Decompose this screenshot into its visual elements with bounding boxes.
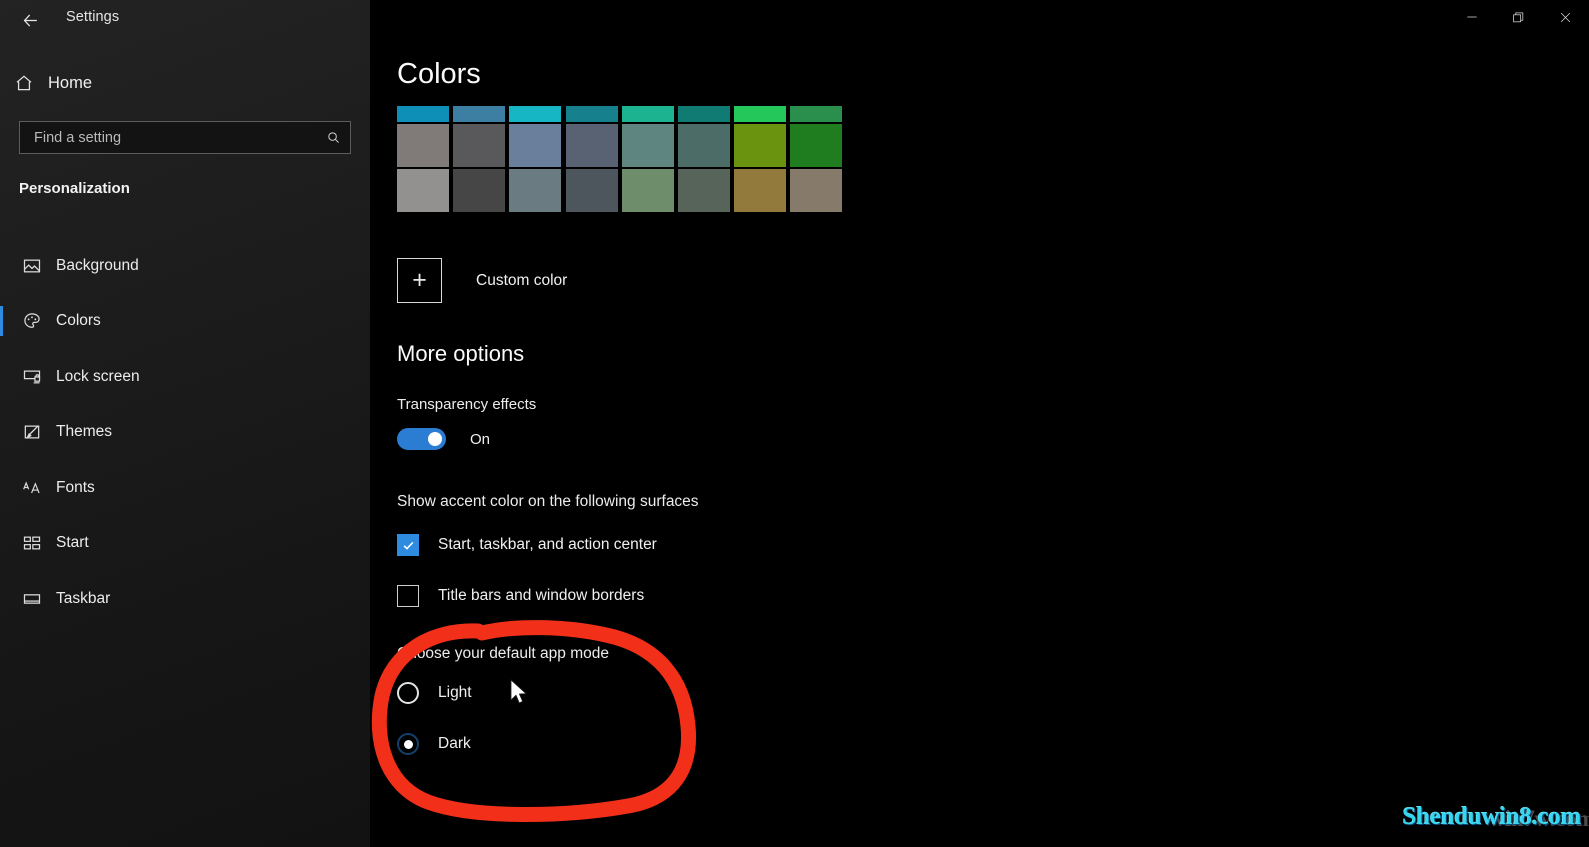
color-swatch[interactable] xyxy=(397,106,449,122)
page-title: Colors xyxy=(397,58,481,90)
sidebar-item-lock-screen[interactable]: Lock screen xyxy=(0,349,370,405)
color-swatch[interactable] xyxy=(790,106,843,122)
sidebar-item-background[interactable]: Background xyxy=(0,238,370,294)
palette-icon xyxy=(8,311,56,331)
search-input[interactable] xyxy=(20,129,316,146)
home-label: Home xyxy=(48,73,93,92)
more-options-heading: More options xyxy=(397,341,525,366)
app-title: Settings xyxy=(66,9,120,25)
check-icon xyxy=(403,541,413,550)
checkbox-start-taskbar-action-center[interactable]: Start, taskbar, and action center xyxy=(397,534,657,556)
sidebar-item-label: Start xyxy=(56,534,89,552)
lock-screen-icon xyxy=(8,367,56,387)
sidebar-item-fonts[interactable]: Fonts xyxy=(0,460,370,516)
sidebar-item-start[interactable]: Start xyxy=(0,516,370,572)
color-swatch[interactable] xyxy=(734,169,787,212)
color-swatch[interactable] xyxy=(565,106,618,122)
radio-label: Dark xyxy=(438,735,471,752)
checkbox-box[interactable] xyxy=(397,534,419,556)
radio-dot xyxy=(403,739,413,749)
checkbox-title-bars-window-borders[interactable]: Title bars and window borders xyxy=(397,585,644,607)
sidebar-item-colors[interactable]: Colors xyxy=(0,294,370,350)
sidebar-category-title: Personalization xyxy=(19,180,130,197)
sidebar-item-label: Background xyxy=(56,256,139,274)
main-content: Colors + Custom color More options Trans… xyxy=(370,0,1589,847)
sidebar-item-taskbar[interactable]: Taskbar xyxy=(0,571,370,627)
color-swatch[interactable] xyxy=(453,124,506,167)
sidebar-item-themes[interactable]: Themes xyxy=(0,405,370,461)
custom-color-label: Custom color xyxy=(476,271,568,289)
color-swatch[interactable] xyxy=(677,169,730,212)
color-swatch[interactable] xyxy=(565,169,618,212)
color-swatch[interactable] xyxy=(790,169,843,212)
restore-button[interactable] xyxy=(1495,0,1542,34)
radio-app-mode-light[interactable]: Light xyxy=(397,682,472,704)
color-swatch[interactable] xyxy=(734,106,787,122)
start-tiles-icon xyxy=(8,533,56,553)
sidebar-item-label: Lock screen xyxy=(56,367,140,385)
color-swatch[interactable] xyxy=(790,124,843,167)
fonts-aa-icon xyxy=(8,478,56,498)
transparency-effects-label: Transparency effects xyxy=(397,396,537,413)
color-swatch[interactable] xyxy=(621,106,674,122)
radio-button[interactable] xyxy=(397,733,419,755)
color-swatch[interactable] xyxy=(453,169,506,212)
sidebar: Home Personalization Background xyxy=(0,0,370,847)
back-arrow-icon xyxy=(23,14,37,26)
color-swatch[interactable] xyxy=(621,124,674,167)
plus-glyph: + xyxy=(412,266,427,294)
image-icon xyxy=(8,256,56,276)
color-swatch[interactable] xyxy=(677,124,730,167)
window-controls xyxy=(1448,0,1589,34)
color-swatch[interactable] xyxy=(565,124,618,167)
sidebar-item-label: Colors xyxy=(56,312,101,330)
app-mode-label: Choose your default app mode xyxy=(397,645,609,662)
watermark-front-text: Shenduwin8.com xyxy=(1402,803,1582,830)
search-icon[interactable] xyxy=(316,130,350,145)
checkbox-box[interactable] xyxy=(397,585,419,607)
watermark: win7w.com Shenduwin8.com xyxy=(1402,795,1589,843)
home-icon xyxy=(0,73,48,93)
color-swatch[interactable] xyxy=(453,106,506,122)
radio-label: Light xyxy=(438,684,472,701)
radio-app-mode-dark[interactable]: Dark xyxy=(397,733,471,755)
toggle-knob xyxy=(428,432,442,446)
color-swatch[interactable] xyxy=(509,106,562,122)
title-bar: Settings xyxy=(0,0,1589,40)
transparency-effects-toggle[interactable] xyxy=(397,428,446,450)
color-swatch[interactable] xyxy=(621,169,674,212)
color-swatch[interactable] xyxy=(509,124,562,167)
sidebar-nav-list: Background Colors Lock screen Themes Fon… xyxy=(0,238,370,627)
transparency-effects-state: On xyxy=(470,430,491,448)
checkbox-label: Title bars and window borders xyxy=(438,587,645,604)
close-icon xyxy=(1560,12,1571,22)
sidebar-item-home[interactable]: Home xyxy=(0,62,370,104)
transparency-effects-row[interactable]: On xyxy=(397,428,490,450)
sidebar-item-label: Themes xyxy=(56,423,112,441)
taskbar-icon xyxy=(8,589,56,609)
color-swatch[interactable] xyxy=(734,124,787,167)
plus-icon[interactable]: + xyxy=(397,258,442,303)
color-swatch[interactable] xyxy=(509,169,562,212)
settings-window: Home Personalization Background xyxy=(0,0,1589,847)
selection-indicator xyxy=(0,305,3,336)
restore-icon xyxy=(1513,12,1524,22)
sidebar-item-label: Fonts xyxy=(56,478,95,496)
back-button[interactable] xyxy=(10,2,50,38)
themes-brush-icon xyxy=(8,422,56,442)
color-swatch[interactable] xyxy=(397,169,449,212)
sidebar-item-label: Taskbar xyxy=(56,589,111,607)
accent-color-swatch-grid xyxy=(397,106,843,212)
close-button[interactable] xyxy=(1542,0,1589,34)
radio-button[interactable] xyxy=(397,682,419,704)
checkbox-label: Start, taskbar, and action center xyxy=(438,536,657,553)
custom-color-row[interactable]: + Custom color xyxy=(397,258,567,303)
minimize-button[interactable] xyxy=(1448,0,1495,34)
search-box[interactable] xyxy=(19,121,351,154)
color-swatch[interactable] xyxy=(397,124,449,167)
accent-surfaces-label: Show accent color on the following surfa… xyxy=(397,493,699,510)
color-swatch[interactable] xyxy=(677,106,730,122)
minimize-icon xyxy=(1466,16,1477,18)
